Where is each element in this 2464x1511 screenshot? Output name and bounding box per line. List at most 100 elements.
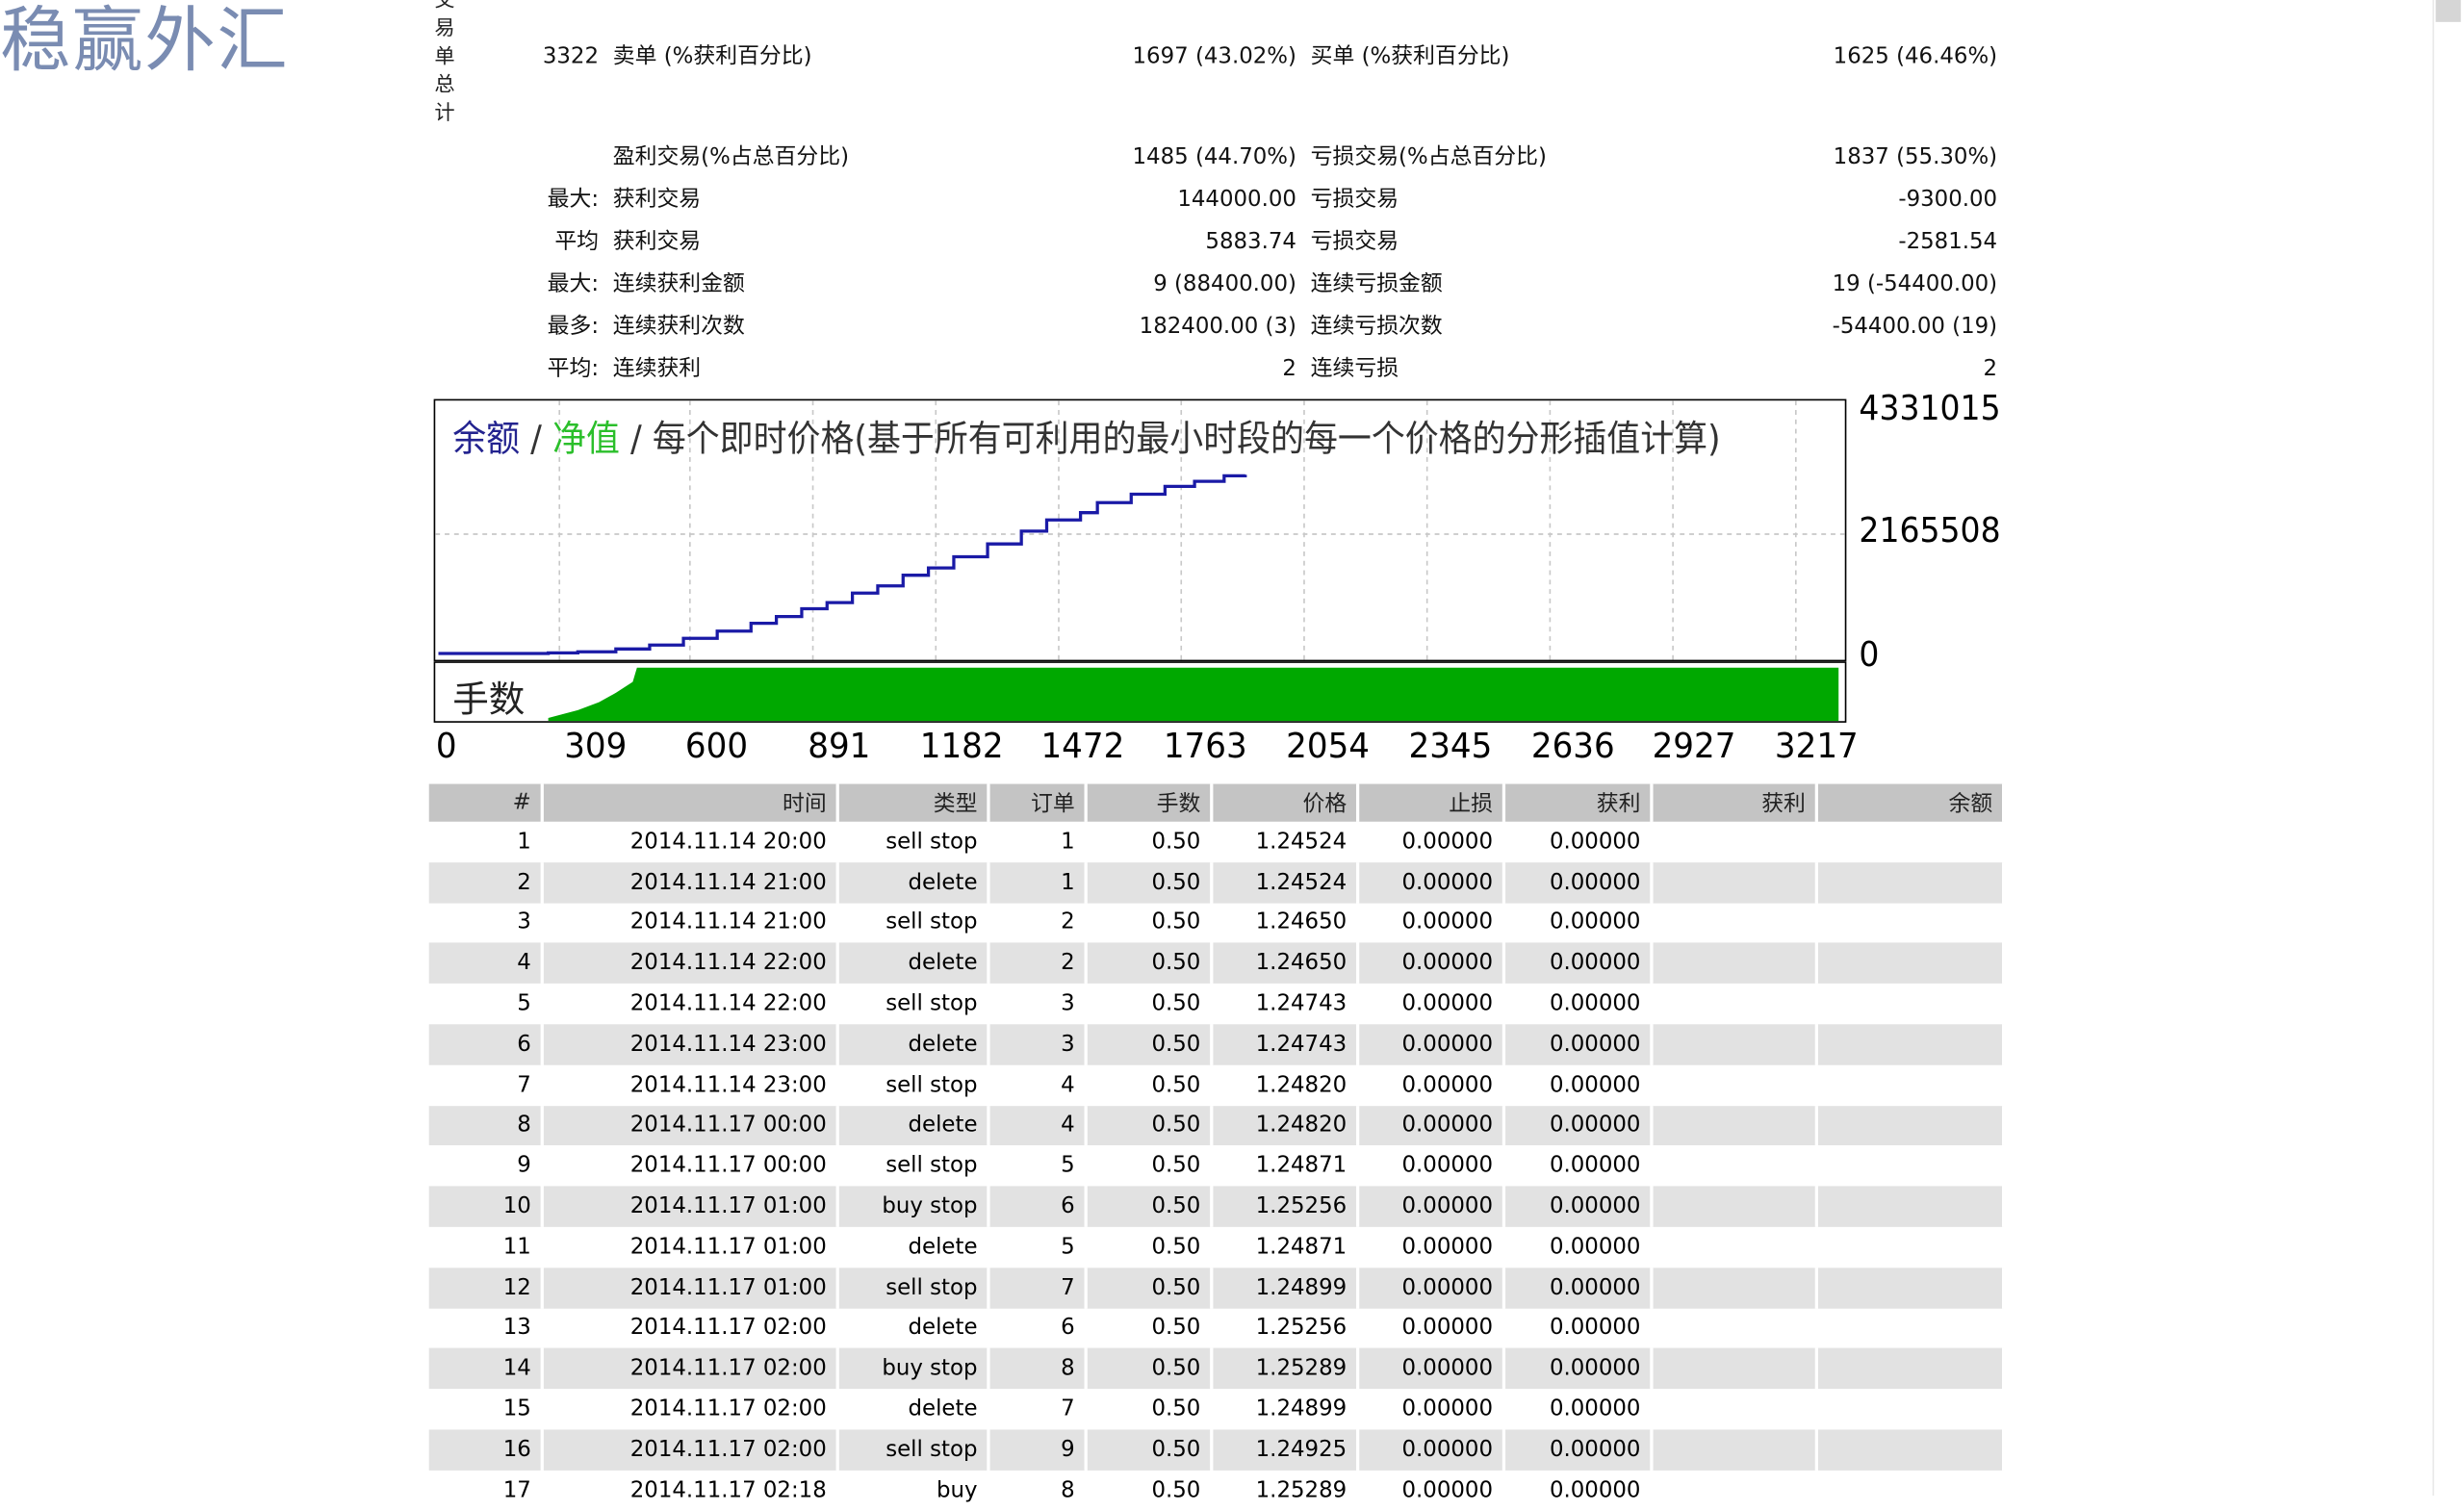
cell-number: 15 <box>428 1389 544 1430</box>
cell-takeprofit: 0.00000 <box>1503 943 1654 985</box>
cell-profit <box>1651 1226 1818 1268</box>
max2-label: 最大: <box>547 271 600 297</box>
cell-stoploss: 0.00000 <box>1357 821 1506 862</box>
most-label: 最多: <box>547 314 600 340</box>
cell-type: sell stop <box>837 1429 990 1471</box>
scrollbar-thumb[interactable] <box>2435 0 2461 22</box>
cell-profit <box>1651 1348 1818 1390</box>
cell-type: delete <box>837 1308 990 1349</box>
cell-order: 5 <box>988 1145 1088 1187</box>
sell-label: 卖单 (%获利百分比) <box>612 43 812 69</box>
cell-time: 2014.11.17 01:00 <box>542 1226 839 1268</box>
x-tick-label: 2345 <box>1408 727 1493 767</box>
cell-balance <box>1816 943 2006 985</box>
col-header-stoploss[interactable]: 止损 <box>1357 783 1506 822</box>
cell-type: sell stop <box>837 821 990 862</box>
side-label-char: 总 <box>434 73 455 98</box>
cell-takeprofit: 0.00000 <box>1503 1429 1654 1471</box>
col-header-number[interactable]: # <box>428 783 544 822</box>
table-row[interactable]: 4 2014.11.14 22:00 delete 2 0.50 1.24650 0.000… <box>428 943 2006 985</box>
avg-loss-label: 亏损交易 <box>1310 229 1399 255</box>
col-header-order[interactable]: 订单 <box>988 783 1088 822</box>
cell-order: 1 <box>988 821 1088 862</box>
cell-lots: 0.50 <box>1086 861 1214 903</box>
cell-type: sell stop <box>837 1145 990 1187</box>
cell-stoploss: 0.00000 <box>1357 1024 1506 1065</box>
cell-price: 1.25256 <box>1211 1186 1360 1227</box>
x-tick-label: 2636 <box>1530 727 1615 767</box>
table-row[interactable]: 12 2014.11.17 01:00 sell stop 7 0.50 1.24899 0… <box>428 1267 2006 1309</box>
avg-loss-value: -2581.54 <box>1898 229 1998 255</box>
cell-lots: 0.50 <box>1086 1186 1214 1227</box>
avg-consec-wins-value: 2 <box>1282 356 1296 382</box>
cell-lots: 0.50 <box>1086 1226 1214 1268</box>
cell-price: 1.24743 <box>1211 984 1360 1025</box>
table-row[interactable]: 10 2014.11.17 01:00 buy stop 6 0.50 1.25256 0.… <box>428 1186 2006 1227</box>
table-row[interactable]: 14 2014.11.17 02:00 buy stop 8 0.50 1.25289 0.… <box>428 1348 2006 1390</box>
table-row[interactable]: 9 2014.11.17 00:00 sell stop 5 0.50 1.24871 0.… <box>428 1145 2006 1187</box>
cell-number: 16 <box>428 1429 544 1471</box>
cell-number: 10 <box>428 1186 544 1227</box>
cell-number: 4 <box>428 943 544 985</box>
cell-stoploss: 0.00000 <box>1357 1308 1506 1349</box>
cell-price: 1.25289 <box>1211 1348 1360 1390</box>
cell-balance <box>1816 1064 2006 1106</box>
cell-takeprofit: 0.00000 <box>1503 1145 1654 1187</box>
side-label-char: 易 <box>434 16 455 41</box>
table-row[interactable]: 8 2014.11.17 00:00 delete 4 0.50 1.24820 0.000… <box>428 1105 2006 1146</box>
cell-number: 17 <box>428 1470 544 1511</box>
total-trades-value: 3322 <box>542 43 600 69</box>
cell-type: delete <box>837 1226 990 1268</box>
max-consec-profit-value: 182400.00 (3) <box>1139 314 1296 340</box>
profit-trades-label: 盈利交易(%占总百分比) <box>612 144 850 170</box>
x-tick-label: 600 <box>685 727 749 767</box>
vertical-scrollbar[interactable] <box>2432 0 2464 1496</box>
cell-time: 2014.11.14 22:00 <box>542 943 839 985</box>
cell-number: 12 <box>428 1267 544 1309</box>
col-header-price[interactable]: 价格 <box>1211 783 1360 822</box>
cell-price: 1.24650 <box>1211 943 1360 985</box>
col-header-time[interactable]: 时间 <box>542 783 839 822</box>
cell-profit <box>1651 1064 1818 1106</box>
sell-value: 1697 (43.02%) <box>1132 43 1296 69</box>
cell-balance <box>1816 1145 2006 1187</box>
cell-profit <box>1651 861 1818 903</box>
table-row[interactable]: 17 2014.11.17 02:18 buy 8 0.50 1.25289 0.00000… <box>428 1470 2006 1511</box>
table-row[interactable]: 7 2014.11.14 23:00 sell stop 4 0.50 1.24820 0.… <box>428 1064 2006 1106</box>
table-row[interactable]: 1 2014.11.14 20:00 sell stop 1 0.50 1.24524 0.… <box>428 821 2006 862</box>
table-row[interactable]: 13 2014.11.17 02:00 delete 6 0.50 1.25256 0.00… <box>428 1308 2006 1349</box>
cell-balance <box>1816 821 2006 862</box>
y-tick-label: 2165508 <box>1859 512 2001 551</box>
table-row[interactable]: 11 2014.11.17 01:00 delete 5 0.50 1.24871 0.00… <box>428 1226 2006 1268</box>
side-label-char: 单 <box>434 45 455 69</box>
cell-lots: 0.50 <box>1086 1348 1214 1390</box>
cell-balance <box>1816 861 2006 903</box>
cell-number: 8 <box>428 1105 544 1146</box>
col-header-lots[interactable]: 手数 <box>1086 783 1214 822</box>
table-row[interactable]: 5 2014.11.14 22:00 sell stop 3 0.50 1.24743 0.… <box>428 984 2006 1025</box>
cell-type: delete <box>837 1024 990 1065</box>
table-row[interactable]: 2 2014.11.14 21:00 delete 1 0.50 1.24524 0.000… <box>428 861 2006 903</box>
col-header-takeprofit[interactable]: 获利 <box>1503 783 1654 822</box>
table-row[interactable]: 16 2014.11.17 02:00 sell stop 9 0.50 1.24925 0… <box>428 1429 2006 1471</box>
cell-order: 7 <box>988 1267 1088 1309</box>
volume-fill <box>548 667 1839 722</box>
col-header-profit[interactable]: 获利 <box>1651 783 1818 822</box>
table-row[interactable]: 6 2014.11.14 23:00 delete 3 0.50 1.24743 0.000… <box>428 1024 2006 1065</box>
table-row[interactable]: 3 2014.11.14 21:00 sell stop 2 0.50 1.24650 0.… <box>428 902 2006 944</box>
cell-lots: 0.50 <box>1086 984 1214 1025</box>
cell-type: delete <box>837 861 990 903</box>
y-tick-label: 0 <box>1859 636 1880 676</box>
col-header-type[interactable]: 类型 <box>837 783 990 822</box>
col-header-balance[interactable]: 余额 <box>1816 783 2006 822</box>
cell-price: 1.25256 <box>1211 1308 1360 1349</box>
cell-profit <box>1651 1145 1818 1187</box>
cell-balance <box>1816 984 2006 1025</box>
cell-takeprofit: 0.00000 <box>1503 1064 1654 1106</box>
table-body: 1 2014.11.14 20:00 sell stop 1 0.50 1.24524 0.… <box>428 821 2006 1511</box>
cell-takeprofit: 0.00000 <box>1503 1226 1654 1268</box>
cell-type: sell stop <box>837 984 990 1025</box>
cell-profit <box>1651 1470 1818 1511</box>
chart-title: 余额 / 净值 / 每个即时价格(基于所有可利用的最小时段的每一个价格的分形插值… <box>452 408 1720 461</box>
table-row[interactable]: 15 2014.11.17 02:00 delete 7 0.50 1.24899 0.00… <box>428 1389 2006 1430</box>
